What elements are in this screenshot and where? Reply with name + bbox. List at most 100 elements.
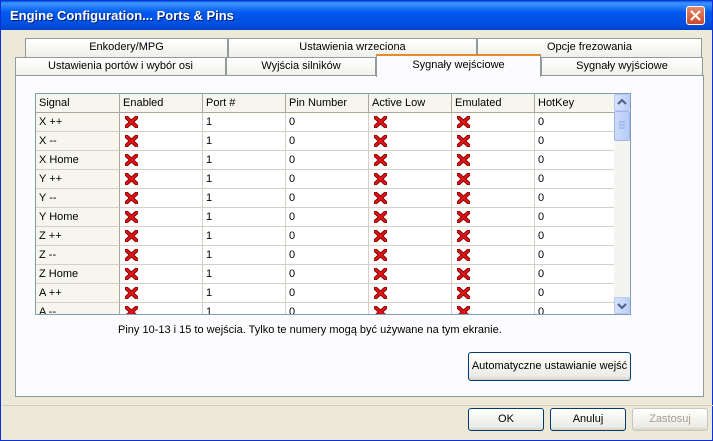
hotkey-cell[interactable]: 0 [535,246,615,265]
enabled-cell[interactable] [120,170,203,189]
tab-wyjscia-silnikow[interactable]: Wyjścia silników [226,57,376,76]
table-row[interactable]: Z Home 1 0 0 [36,265,615,284]
tab-ustawienia-portow[interactable]: Ustawienia portów i wybór osi [15,57,226,76]
column-header-enabled[interactable]: Enabled [120,94,203,113]
enabled-cell[interactable] [120,246,203,265]
cancel-button[interactable]: Anuluj [550,408,626,431]
enabled-cell[interactable] [120,113,203,132]
pin-number-cell[interactable]: 0 [286,189,369,208]
hotkey-cell[interactable]: 0 [535,151,615,170]
ok-button[interactable]: OK [468,408,544,431]
hotkey-cell[interactable]: 0 [535,303,615,314]
hotkey-cell[interactable]: 0 [535,265,615,284]
enabled-cell[interactable] [120,303,203,314]
active-low-cell[interactable] [369,189,452,208]
enabled-cell[interactable] [120,284,203,303]
emulated-cell[interactable] [452,151,535,170]
emulated-cell[interactable] [452,246,535,265]
column-header-emulated[interactable]: Emulated [452,94,535,113]
column-header-hotkey[interactable]: HotKey [535,94,615,113]
emulated-cell[interactable] [452,303,535,314]
table-row[interactable]: Y ++ 1 0 0 [36,170,615,189]
port-cell[interactable]: 1 [203,246,286,265]
hotkey-cell[interactable]: 0 [535,227,615,246]
close-button[interactable] [686,6,705,25]
active-low-cell[interactable] [369,303,452,314]
table-row[interactable]: X -- 1 0 0 [36,132,615,151]
active-low-cell[interactable] [369,284,452,303]
table-row[interactable]: Y -- 1 0 0 [36,189,615,208]
emulated-cell[interactable] [452,227,535,246]
emulated-cell[interactable] [452,189,535,208]
active-low-cell[interactable] [369,132,452,151]
hotkey-cell[interactable]: 0 [535,113,615,132]
pin-number-cell[interactable]: 0 [286,227,369,246]
enabled-cell[interactable] [120,265,203,284]
active-low-cell[interactable] [369,113,452,132]
pin-number-cell[interactable]: 0 [286,113,369,132]
tab-enkodery-mpg[interactable]: Enkodery/MPG [25,38,228,57]
port-cell[interactable]: 1 [203,208,286,227]
port-cell[interactable]: 1 [203,189,286,208]
auto-setup-inputs-button[interactable]: Automatyczne ustawianie wejść [468,352,631,381]
enabled-cell[interactable] [120,227,203,246]
tab-sygnaly-wyjsciowe[interactable]: Sygnały wyjściowe [541,57,703,76]
column-header-pin-number[interactable]: Pin Number [286,94,369,113]
port-cell[interactable]: 1 [203,284,286,303]
emulated-cell[interactable] [452,170,535,189]
emulated-cell[interactable] [452,208,535,227]
table-row[interactable]: Z ++ 1 0 0 [36,227,615,246]
active-low-cell[interactable] [369,246,452,265]
port-cell[interactable]: 1 [203,151,286,170]
emulated-cell[interactable] [452,113,535,132]
emulated-cell[interactable] [452,284,535,303]
pin-number-cell[interactable]: 0 [286,284,369,303]
port-cell[interactable]: 1 [203,170,286,189]
emulated-cell[interactable] [452,132,535,151]
pin-number-cell[interactable]: 0 [286,303,369,314]
enabled-cell[interactable] [120,132,203,151]
vertical-scrollbar[interactable] [614,94,630,314]
port-cell[interactable]: 1 [203,265,286,284]
enabled-cell[interactable] [120,208,203,227]
active-low-cell[interactable] [369,151,452,170]
column-header-active-low[interactable]: Active Low [369,94,452,113]
title-bar[interactable]: Engine Configuration... Ports & Pins [1,1,712,30]
active-low-cell[interactable] [369,227,452,246]
dialog-window: Engine Configuration... Ports & Pins Enk… [0,0,713,441]
column-header-signal[interactable]: Signal [36,94,120,113]
hotkey-cell[interactable]: 0 [535,284,615,303]
active-low-cell[interactable] [369,265,452,284]
table-row[interactable]: Z -- 1 0 0 [36,246,615,265]
pin-number-cell[interactable]: 0 [286,132,369,151]
pin-number-cell[interactable]: 0 [286,246,369,265]
tab-sygnaly-wejsciowe[interactable]: Sygnały wejściowe [376,54,541,77]
hotkey-cell[interactable]: 0 [535,189,615,208]
scroll-up-button[interactable] [614,94,630,111]
port-cell[interactable]: 1 [203,132,286,151]
emulated-cell[interactable] [452,265,535,284]
table-row[interactable]: Y Home 1 0 0 [36,208,615,227]
hotkey-cell[interactable]: 0 [535,170,615,189]
table-row[interactable]: X ++ 1 0 0 [36,113,615,132]
pin-number-cell[interactable]: 0 [286,265,369,284]
hotkey-cell[interactable]: 0 [535,208,615,227]
pin-number-cell[interactable]: 0 [286,170,369,189]
table-row[interactable]: A -- 1 0 0 [36,303,615,314]
pin-number-cell[interactable]: 0 [286,208,369,227]
scroll-down-button[interactable] [614,297,630,314]
active-low-cell[interactable] [369,170,452,189]
scroll-thumb[interactable] [614,111,630,141]
apply-button[interactable]: Zastosuj [632,408,708,431]
table-row[interactable]: X Home 1 0 0 [36,151,615,170]
active-low-cell[interactable] [369,208,452,227]
table-row[interactable]: A ++ 1 0 0 [36,284,615,303]
enabled-cell[interactable] [120,189,203,208]
port-cell[interactable]: 1 [203,227,286,246]
column-header-port[interactable]: Port # [203,94,286,113]
enabled-cell[interactable] [120,151,203,170]
port-cell[interactable]: 1 [203,113,286,132]
hotkey-cell[interactable]: 0 [535,132,615,151]
pin-number-cell[interactable]: 0 [286,151,369,170]
port-cell[interactable]: 1 [203,303,286,314]
